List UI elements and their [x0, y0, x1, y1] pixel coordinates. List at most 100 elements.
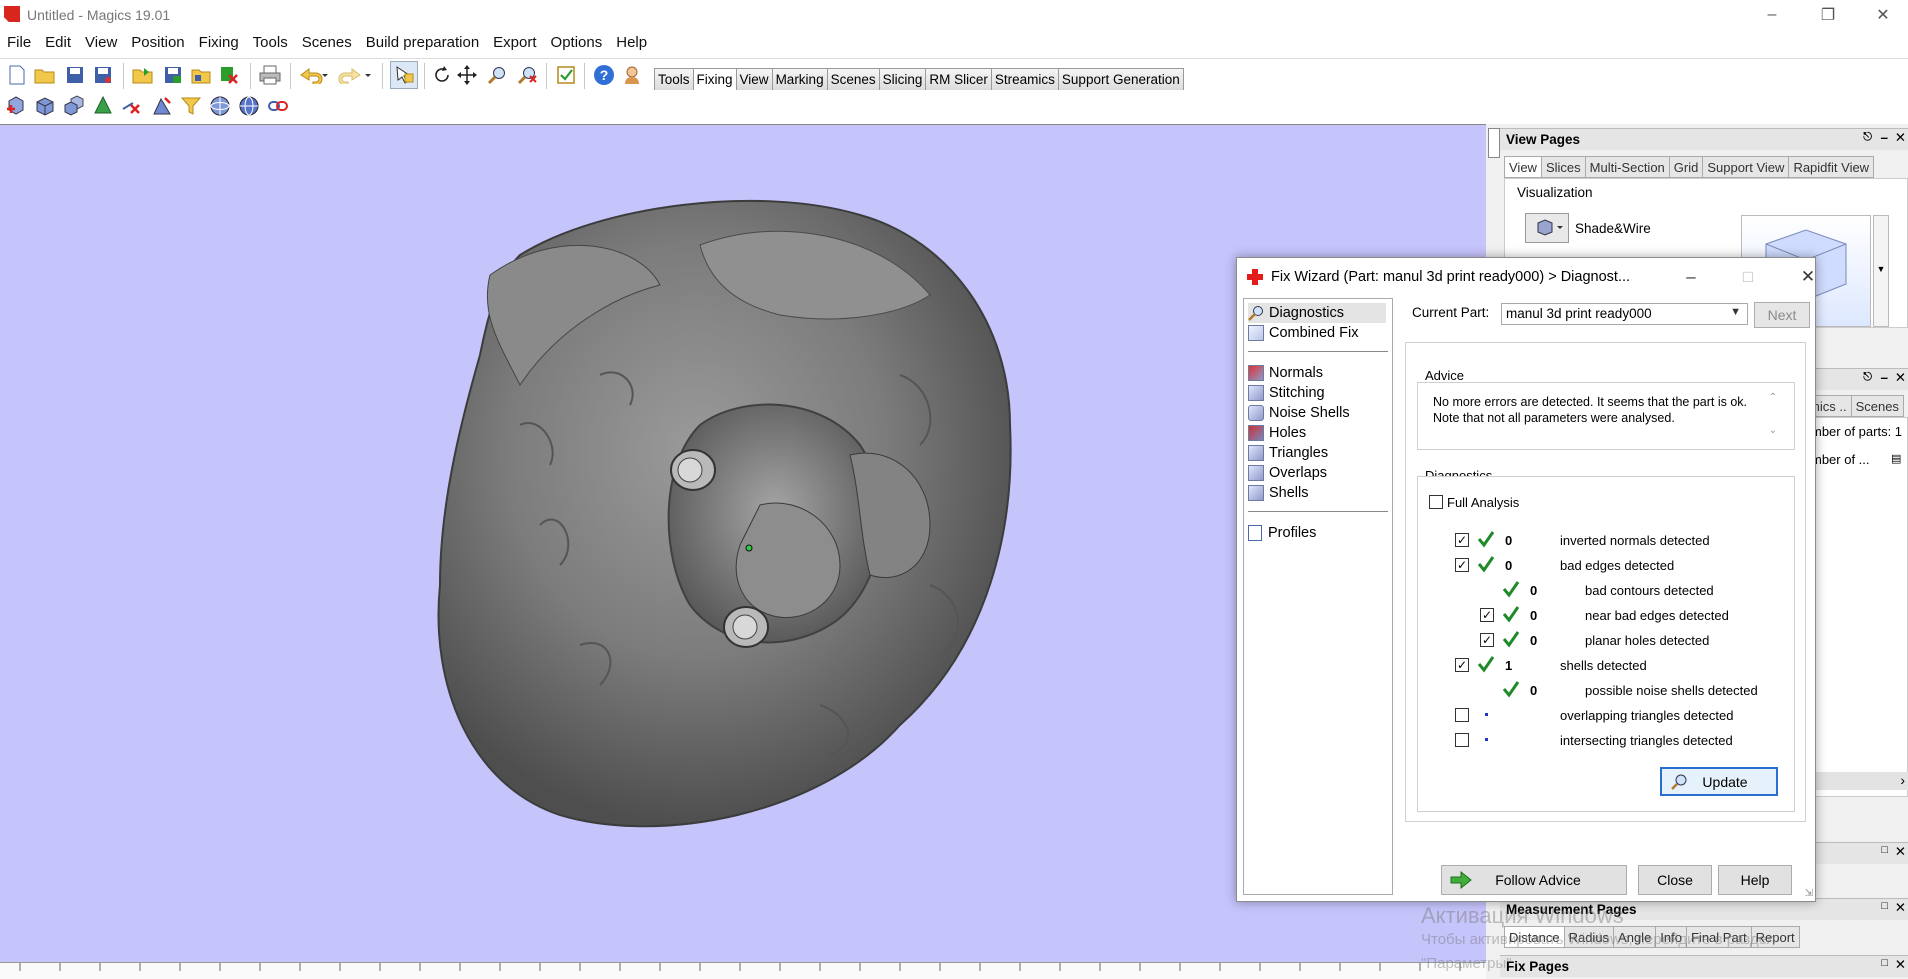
select-part-icon[interactable]	[390, 61, 418, 89]
cube-part-icon[interactable]	[33, 94, 57, 118]
current-part-select[interactable]: manul 3d print ready000 ▼	[1501, 303, 1748, 325]
panel-minimize-icon[interactable]: –	[1880, 130, 1888, 145]
menu-view[interactable]: View	[85, 34, 117, 51]
panel-minimize-icon[interactable]: –	[1880, 370, 1888, 385]
checklist-icon[interactable]	[554, 63, 578, 87]
tab-view-page[interactable]: View	[1504, 156, 1542, 178]
filter-icon[interactable]	[179, 94, 203, 118]
nav-diagnostics[interactable]: Diagnostics	[1248, 303, 1386, 323]
panel-close-icon[interactable]: ✕	[1895, 130, 1906, 146]
resize-grip-icon[interactable]: ⇲	[1805, 888, 1813, 899]
planar-holes-checkbox[interactable]: ✓	[1480, 633, 1494, 647]
tab-support-generation[interactable]: Support Generation	[1057, 68, 1184, 90]
tab-marking[interactable]: Marking	[771, 68, 828, 90]
nav-combined-fix[interactable]: Combined Fix	[1248, 323, 1358, 343]
nav-triangles[interactable]: Triangles	[1248, 443, 1328, 463]
undo-icon[interactable]	[298, 63, 328, 87]
redo-icon[interactable]	[338, 63, 372, 87]
menu-scenes[interactable]: Scenes	[302, 34, 352, 51]
open-folder-icon[interactable]	[33, 63, 57, 87]
horizontal-scrollbar[interactable]: ›	[1805, 772, 1908, 790]
duplicate-part-icon[interactable]	[62, 94, 86, 118]
close-button[interactable]: Close	[1638, 865, 1712, 895]
inverted-normals-checkbox[interactable]: ✓	[1455, 533, 1469, 547]
nav-stitching[interactable]: Stitching	[1248, 383, 1325, 403]
tab-scenes[interactable]: Scenes	[826, 68, 880, 90]
tab-rapidfit-view[interactable]: Rapidfit View	[1788, 156, 1875, 178]
dialog-close-button[interactable]: ✕	[1785, 265, 1831, 289]
close-window-button[interactable]: ✕	[1860, 3, 1906, 27]
help-icon[interactable]: ?	[592, 63, 616, 87]
menu-tools[interactable]: Tools	[253, 34, 288, 51]
minimize-button[interactable]: –	[1749, 3, 1795, 27]
nav-profiles[interactable]: Profiles	[1248, 523, 1316, 543]
tab-tools[interactable]: Tools	[654, 68, 694, 90]
panel-close-icon[interactable]: ✕	[1895, 370, 1906, 386]
dialog-title-bar[interactable]: Fix Wizard (Part: manul 3d print ready00…	[1237, 258, 1815, 296]
tab-rm-slicer[interactable]: RM Slicer	[925, 68, 992, 90]
panel-restore-icon[interactable]: □	[1881, 844, 1888, 856]
bad-edges-checkbox[interactable]: ✓	[1455, 558, 1469, 572]
intersecting-triangles-checkbox[interactable]	[1455, 733, 1469, 747]
tab-view[interactable]: View	[735, 68, 773, 90]
menu-fixing[interactable]: Fixing	[199, 34, 239, 51]
load-part-icon[interactable]	[189, 63, 213, 87]
expand-icon[interactable]: ▤	[1891, 452, 1901, 465]
tab-grid[interactable]: Grid	[1668, 156, 1704, 178]
help-button[interactable]: Help	[1718, 865, 1792, 895]
menu-options[interactable]: Options	[551, 34, 603, 51]
nav-noise-shells[interactable]: Noise Shells	[1248, 403, 1350, 423]
near-bad-edges-checkbox[interactable]: ✓	[1480, 608, 1494, 622]
restore-button[interactable]: ❐	[1805, 3, 1851, 27]
nav-shells[interactable]: Shells	[1248, 483, 1309, 503]
menu-export[interactable]: Export	[493, 34, 536, 51]
nav-normals[interactable]: Normals	[1248, 363, 1323, 383]
new-file-icon[interactable]	[5, 63, 29, 87]
tab-slices[interactable]: Slices	[1540, 156, 1586, 178]
advice-scrollbar[interactable]: ⌃ ⌄	[1765, 392, 1781, 446]
save-part-icon[interactable]	[161, 63, 185, 87]
view-cube-dropdown[interactable]: ▼	[1873, 215, 1889, 327]
pyramid-icon[interactable]	[91, 94, 115, 118]
menu-build-preparation[interactable]: Build preparation	[366, 34, 479, 51]
nav-holes[interactable]: Holes	[1248, 423, 1306, 443]
mark-triangles-icon[interactable]	[150, 94, 174, 118]
menu-help[interactable]: Help	[616, 34, 647, 51]
panel-close-icon[interactable]: ✕	[1895, 844, 1906, 860]
unload-part-icon[interactable]	[217, 63, 241, 87]
tab-streamics[interactable]: Streamics	[990, 68, 1059, 90]
panel-restore-icon[interactable]: □	[1881, 957, 1888, 969]
overlapping-triangles-checkbox[interactable]	[1455, 708, 1469, 722]
nav-overlaps[interactable]: Overlaps	[1248, 463, 1327, 483]
shade-wire-button[interactable]	[1525, 213, 1569, 243]
menu-position[interactable]: Position	[131, 34, 184, 51]
delete-triangles-icon[interactable]	[120, 94, 144, 118]
tab-slicing[interactable]: Slicing	[878, 68, 927, 90]
follow-advice-button[interactable]: Follow Advice	[1441, 865, 1627, 895]
menu-file[interactable]: File	[7, 34, 31, 51]
tab-support-view[interactable]: Support View	[1702, 156, 1790, 178]
save-as-icon[interactable]	[91, 63, 115, 87]
pin-icon[interactable]: ⎋	[1863, 131, 1872, 144]
tab-scenes-list[interactable]: Scenes	[1850, 395, 1904, 417]
pan-view-icon[interactable]	[455, 63, 479, 87]
dialog-minimize-button[interactable]: –	[1668, 265, 1714, 289]
print-icon[interactable]	[258, 63, 282, 87]
globe-tool-icon[interactable]	[237, 94, 261, 118]
save-icon[interactable]	[63, 63, 87, 87]
add-part-icon[interactable]	[4, 94, 28, 118]
update-button[interactable]: Update	[1660, 767, 1778, 796]
menu-edit[interactable]: Edit	[45, 34, 71, 51]
zoom-window-icon[interactable]	[515, 63, 539, 87]
next-button[interactable]: Next	[1754, 302, 1810, 328]
shells-checkbox[interactable]: ✓	[1455, 658, 1469, 672]
tab-multi-section[interactable]: Multi-Section	[1584, 156, 1670, 178]
tab-fixing[interactable]: Fixing	[692, 68, 737, 90]
link-parts-icon[interactable]	[266, 94, 290, 118]
pin-icon[interactable]: ⎋	[1863, 371, 1872, 384]
full-analysis-checkbox[interactable]	[1429, 495, 1443, 509]
dock-pin-icon[interactable]	[1488, 128, 1500, 158]
zoom-icon[interactable]	[485, 63, 509, 87]
rotate-view-icon[interactable]	[430, 63, 454, 87]
assistant-icon[interactable]	[620, 63, 644, 87]
